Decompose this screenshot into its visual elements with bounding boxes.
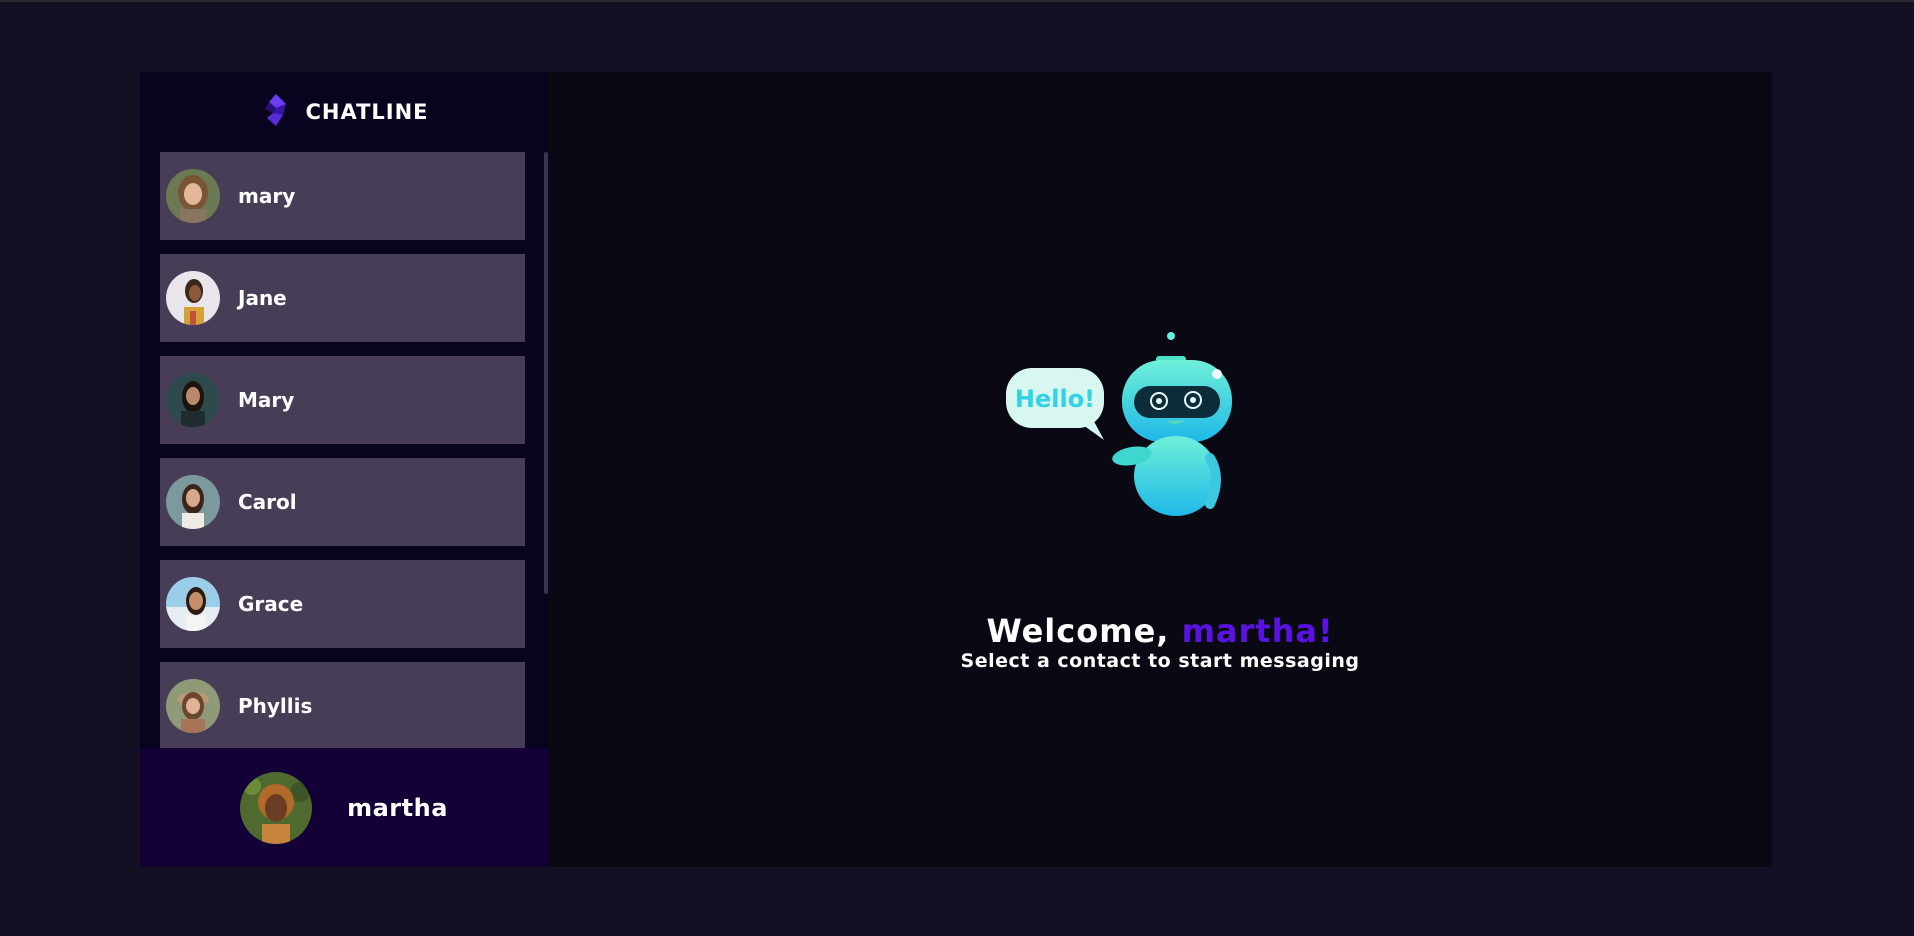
welcome-username: martha!: [1181, 612, 1334, 650]
contact-avatar: [166, 577, 220, 631]
contact-name: Carol: [238, 490, 297, 514]
contact-avatar: [166, 475, 220, 529]
current-user-name: martha: [347, 793, 448, 822]
user-avatar[interactable]: [240, 771, 313, 844]
contact-name: mary: [238, 184, 296, 208]
contact-avatar: [166, 169, 220, 223]
contact-name: Jane: [238, 286, 287, 310]
contact-avatar: [166, 679, 220, 733]
contact-item[interactable]: Carol: [160, 458, 525, 546]
contact-item[interactable]: Mary: [160, 356, 525, 444]
current-user-panel: martha: [140, 748, 548, 867]
contact-name: Mary: [238, 388, 295, 412]
contact-list[interactable]: mary Jane Mary Carol Grace Phyllis: [160, 152, 525, 820]
chat-app: CHATLINE mary Jane Mary Carol Grace Phyl…: [140, 72, 1772, 867]
contact-item[interactable]: Grace: [160, 560, 525, 648]
brand-name: CHATLINE: [305, 100, 429, 124]
svg-text:Hello!: Hello!: [1015, 385, 1095, 413]
chat-main-panel: Hello! Welcome, martha! Select a contact…: [548, 72, 1772, 867]
contact-name: Phyllis: [238, 694, 313, 718]
contact-item[interactable]: mary: [160, 152, 525, 240]
contact-item[interactable]: Phyllis: [160, 662, 525, 750]
welcome-heading: Welcome, martha!: [548, 612, 1772, 650]
chatline-logo-icon: [259, 93, 293, 131]
sidebar: CHATLINE mary Jane Mary Carol Grace Phyl…: [140, 72, 548, 867]
contact-name: Grace: [238, 592, 304, 616]
hello-speech-bubble: Hello!: [1006, 368, 1104, 440]
welcome-subtitle: Select a contact to start messaging: [960, 650, 1360, 672]
window-top-border: [0, 0, 1914, 2]
robot-illustration: Hello!: [1004, 328, 1244, 518]
brand: CHATLINE: [140, 72, 548, 152]
welcome-greeting: Welcome,: [986, 612, 1170, 650]
contact-item[interactable]: Jane: [160, 254, 525, 342]
contact-avatar: [166, 373, 220, 427]
contact-avatar: [166, 271, 220, 325]
